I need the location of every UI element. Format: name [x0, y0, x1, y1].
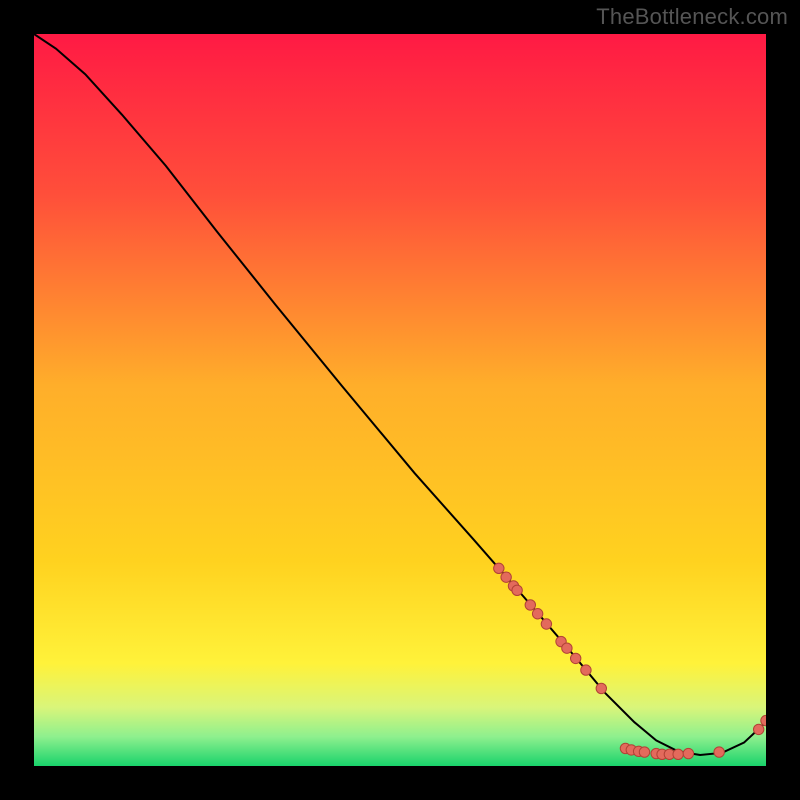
plot-area: [34, 34, 766, 766]
data-marker: [639, 747, 649, 757]
data-marker: [673, 749, 683, 759]
chart-svg: [34, 34, 766, 766]
data-marker: [581, 665, 591, 675]
data-marker: [714, 747, 724, 757]
watermark-text: TheBottleneck.com: [596, 4, 788, 30]
gradient-background: [34, 34, 766, 766]
data-marker: [512, 585, 522, 595]
data-marker: [541, 619, 551, 629]
chart-stage: TheBottleneck.com: [0, 0, 800, 800]
data-marker: [501, 572, 511, 582]
data-marker: [683, 748, 693, 758]
data-marker: [570, 653, 580, 663]
data-marker: [562, 643, 572, 653]
data-marker: [596, 683, 606, 693]
data-marker: [525, 600, 535, 610]
data-marker: [753, 724, 763, 734]
data-marker: [494, 563, 504, 573]
data-marker: [532, 609, 542, 619]
